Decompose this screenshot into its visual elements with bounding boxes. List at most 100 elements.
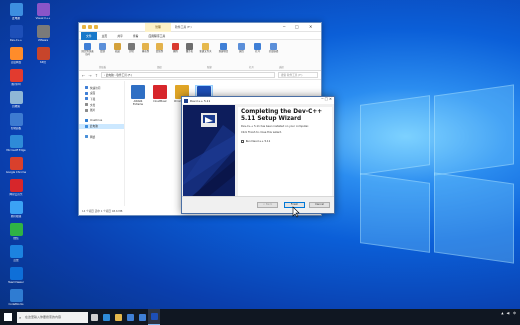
file-item[interactable]: AIDA64 Extreme — [129, 85, 147, 114]
setup-title-bar[interactable]: Dev-C++ 5.11 ─ □ ✕ — [182, 97, 334, 104]
maximize-button[interactable]: □ — [295, 24, 299, 29]
desktop-icon[interactable]: 控制面板 — [3, 113, 29, 130]
ribbon-command[interactable]: 剪切 — [125, 42, 138, 54]
desktop-icon[interactable]: Visual C++ — [30, 3, 56, 20]
nav-item-icon — [85, 119, 88, 123]
nav-item-icon — [85, 91, 88, 95]
start-button[interactable] — [2, 311, 14, 323]
close-button[interactable]: ✕ — [309, 24, 312, 29]
nav-item-label: 下载 — [90, 97, 96, 101]
nav-item[interactable]: 网络 — [79, 134, 124, 140]
ribbon-command-label: 复制 — [100, 50, 105, 53]
desktop-app-icon — [9, 201, 23, 214]
taskbar-search-box[interactable]: ⌕ 在这里输入你要搜索的内容 — [17, 311, 88, 323]
back-arrow-icon[interactable]: ← — [82, 73, 85, 78]
taskbar-app-dev-c-installer[interactable] — [148, 309, 160, 325]
file-explorer-icon — [114, 313, 122, 321]
ribbon-command-icon — [220, 43, 227, 50]
ribbon-command-label: 删除 — [173, 50, 178, 53]
desktop-icon[interactable]: 迅雷 — [3, 245, 29, 262]
taskbar-app-edge[interactable] — [100, 309, 112, 325]
ribbon-command[interactable]: 固定到快速访问 — [81, 42, 94, 57]
ribbon-command[interactable]: 移动到 — [139, 42, 152, 54]
ribbon-tab[interactable]: 应用程序工具 — [143, 34, 170, 38]
ribbon-command-label: 复制到 — [155, 50, 164, 53]
run-app-label[interactable]: Run Dev-C++ 5.11 — [246, 140, 271, 143]
cancel-button[interactable]: Cancel — [309, 202, 330, 208]
desktop-icon[interactable]: VMware — [30, 25, 56, 42]
explorer-title-bar[interactable]: 管理 软件工具 (F:) ─ □ ✕ — [79, 23, 321, 32]
file-name: CloudMusic — [153, 100, 167, 103]
desktop-icon[interactable]: Google Chrome — [3, 157, 29, 174]
run-app-option[interactable]: ✓ Run Dev-C++ 5.11 — [241, 139, 329, 143]
file-item[interactable]: CloudMusic — [151, 85, 169, 114]
desktop-app-icon — [9, 69, 23, 82]
desktop-icon[interactable]: CodeBlocks — [3, 289, 29, 306]
volume-icon[interactable]: ◀) — [507, 311, 510, 315]
desktop-icon[interactable]: 百度网盘 — [3, 47, 29, 64]
desktop-icon-label: VMware — [37, 39, 49, 42]
nav-item-label: 快速访问 — [90, 86, 101, 90]
back-button[interactable]: < Back — [257, 202, 278, 208]
tab-manage[interactable]: 管理 — [145, 23, 171, 32]
nav-item[interactable]: 此电脑 — [79, 123, 124, 130]
ribbon-group-label: 打开 — [249, 66, 254, 69]
ribbon-tab[interactable]: 主页 — [97, 34, 113, 38]
desktop-icon[interactable]: 此电脑 — [3, 3, 29, 20]
desktop-icon[interactable]: 腾讯QQ — [3, 69, 29, 86]
desktop-icon[interactable]: 微信 — [3, 223, 29, 240]
window-title: 软件工具 (F:) — [175, 25, 192, 29]
desktop-icon-label: 迅雷 — [13, 259, 19, 262]
desktop-icon[interactable]: 腾讯视频 — [3, 201, 29, 218]
ribbon-command-label: 剪切 — [129, 50, 134, 53]
desktop-icon[interactable]: Microsoft Edge — [3, 135, 29, 152]
address-bar[interactable]: › 此电脑 › 软件工具 (F:) — [101, 72, 275, 78]
ribbon-command-label: 属性 — [239, 50, 244, 53]
system-tray[interactable]: ▲ ◀) 中 — [501, 311, 516, 315]
ribbon-command[interactable]: 打开 — [251, 42, 264, 54]
input-method-indicator[interactable]: 中 — [513, 311, 516, 315]
taskbar-app-file-explorer[interactable] — [112, 309, 124, 325]
desktop-icon-label: 腾讯QQ — [11, 83, 21, 86]
taskbar-apps — [88, 309, 160, 325]
forward-arrow-icon[interactable]: → — [88, 73, 91, 78]
search-input[interactable]: 搜索 软件工具 (F:) — [278, 72, 318, 78]
ribbon-tab[interactable]: 文件 — [81, 31, 97, 40]
taskbar-app-task-view[interactable] — [88, 309, 100, 325]
setup-wizard-dialog[interactable]: Dev-C++ 5.11 ─ □ ✕ Completing the Dev-C+… — [181, 96, 335, 214]
ribbon-command-icon — [156, 43, 163, 50]
ribbon-command[interactable]: 粘贴 — [111, 42, 124, 54]
ribbon-command-icon — [254, 43, 261, 50]
ribbon-command-label: 全部选择 — [268, 50, 279, 53]
mail-icon — [138, 313, 146, 321]
ribbon-command-icon — [270, 43, 277, 50]
ribbon-command[interactable]: 全部选择 — [267, 42, 280, 54]
nav-item-label: 此电脑 — [90, 125, 98, 129]
ribbon-command[interactable]: 新建项目 — [217, 42, 230, 54]
ribbon-command[interactable]: 属性 — [235, 42, 248, 54]
network-icon[interactable]: ▲ — [501, 311, 503, 315]
ribbon-command[interactable]: 重命名 — [183, 42, 196, 54]
ribbon-command[interactable]: 删除 — [169, 42, 182, 54]
desktop-icon[interactable]: TeamViewer — [3, 267, 29, 284]
ribbon-command[interactable]: 新建文件夹 — [199, 42, 212, 54]
ribbon-command-icon — [238, 43, 245, 50]
quick-access-toolbar[interactable] — [82, 25, 98, 29]
desktop-icon[interactable]: 回收站 — [3, 91, 29, 108]
desktop-app-icon — [9, 157, 23, 170]
up-arrow-icon[interactable]: ↑ — [95, 73, 98, 78]
minimize-button[interactable]: ─ — [283, 24, 285, 29]
desktop-icon[interactable]: Dev-C++ — [3, 25, 29, 42]
desktop-icon[interactable]: 网易云音乐 — [3, 179, 29, 196]
run-app-checkbox[interactable]: ✓ — [241, 139, 244, 143]
nav-item[interactable]: 图片 — [79, 107, 124, 113]
ribbon-command[interactable]: 复制 — [96, 42, 109, 54]
setup-window-controls[interactable]: ─ □ ✕ — [321, 97, 332, 101]
desktop-icon[interactable]: 64位 — [30, 47, 56, 64]
ribbon-tab[interactable]: 共享 — [112, 34, 128, 38]
file-name: AIDA64 Extreme — [132, 100, 144, 106]
ribbon-tab[interactable]: 查看 — [128, 34, 144, 38]
taskbar-app-store[interactable] — [124, 309, 136, 325]
ribbon-command[interactable]: 复制到 — [153, 42, 166, 54]
taskbar-app-mail[interactable] — [136, 309, 148, 325]
